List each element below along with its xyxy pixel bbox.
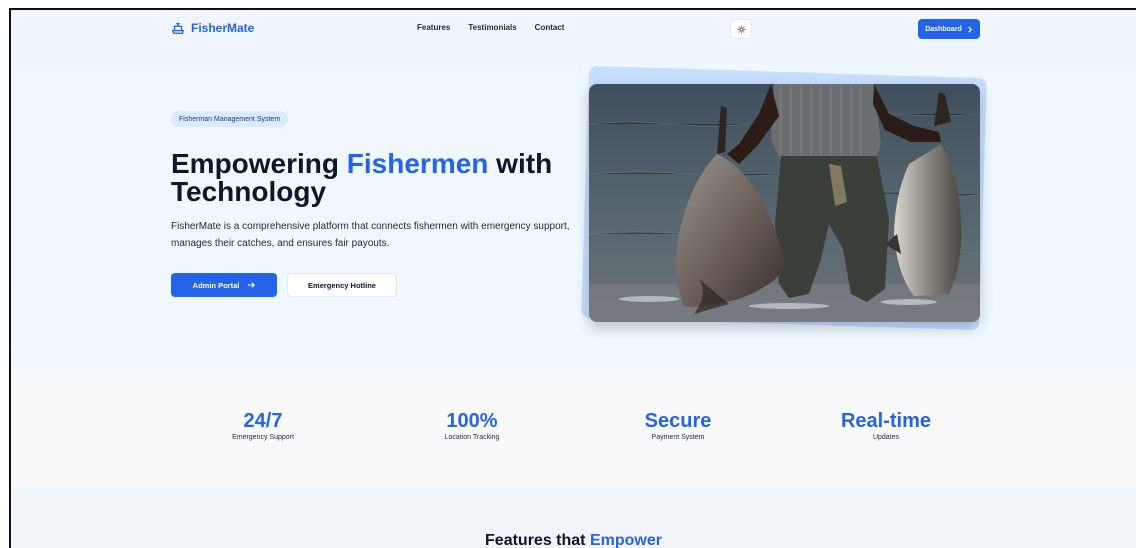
stat-value: 24/7 [243, 410, 283, 432]
nav-link-contact[interactable]: Contact [535, 23, 565, 32]
stat-label: Emergency Support [232, 434, 294, 441]
dashboard-button-label: Dashboard [925, 25, 962, 33]
dashboard-button[interactable]: Dashboard [918, 19, 980, 39]
nav-link-features[interactable]: Features [417, 23, 450, 32]
top-navbar: FisherMate Features Testimonials Contact… [11, 10, 1136, 50]
hero-headline: Empowering Fishermen with Technology [171, 150, 591, 206]
admin-portal-label: Admin Portal [192, 280, 240, 290]
hero-badge: Fisherman Management System [171, 111, 289, 127]
emergency-hotline-button[interactable]: Emergency Hotline [287, 273, 397, 297]
ship-icon [171, 22, 185, 34]
nav-links: Features Testimonials Contact [417, 23, 564, 32]
fisherman-with-catch-photo [589, 84, 980, 322]
stat-real-time-updates: Real-time Updates [816, 410, 956, 441]
hero-description: FisherMate is a comprehensive platform t… [171, 221, 570, 249]
features-title-accent: Empower [589, 532, 662, 548]
stat-emergency-support: 24/7 Emergency Support [193, 410, 333, 441]
theme-toggle-button[interactable] [730, 19, 752, 39]
brand-logo[interactable]: FisherMate [171, 21, 254, 35]
stat-value: Real-time [840, 410, 932, 432]
app-frame: FisherMate Features Testimonials Contact… [9, 8, 1136, 548]
stat-location-tracking: 100% Location Tracking [402, 410, 542, 441]
brand-name: FisherMate [191, 21, 255, 35]
stat-value: 100% [446, 410, 498, 432]
nav-link-testimonials[interactable]: Testimonials [468, 23, 516, 32]
hero-photo [589, 84, 980, 322]
stats-section: 24/7 Emergency Support 100% Location Tra… [11, 368, 1136, 488]
admin-portal-button[interactable]: Admin Portal [171, 273, 277, 297]
arrow-right-icon [248, 282, 256, 288]
headline-part1: Empowering [171, 148, 347, 179]
sun-icon [737, 25, 745, 33]
features-title: Features that Empower [11, 532, 1136, 548]
stat-label: Updates [872, 434, 900, 441]
features-title-part1: Features that [485, 532, 590, 548]
stat-payment-system: Secure Payment System [608, 410, 748, 441]
chevron-right-icon [968, 25, 972, 33]
headline-accent: Fishermen [346, 148, 489, 179]
stat-label: Payment System [651, 434, 705, 441]
stat-label: Location Tracking [444, 434, 500, 441]
stat-value: Secure [644, 410, 712, 432]
